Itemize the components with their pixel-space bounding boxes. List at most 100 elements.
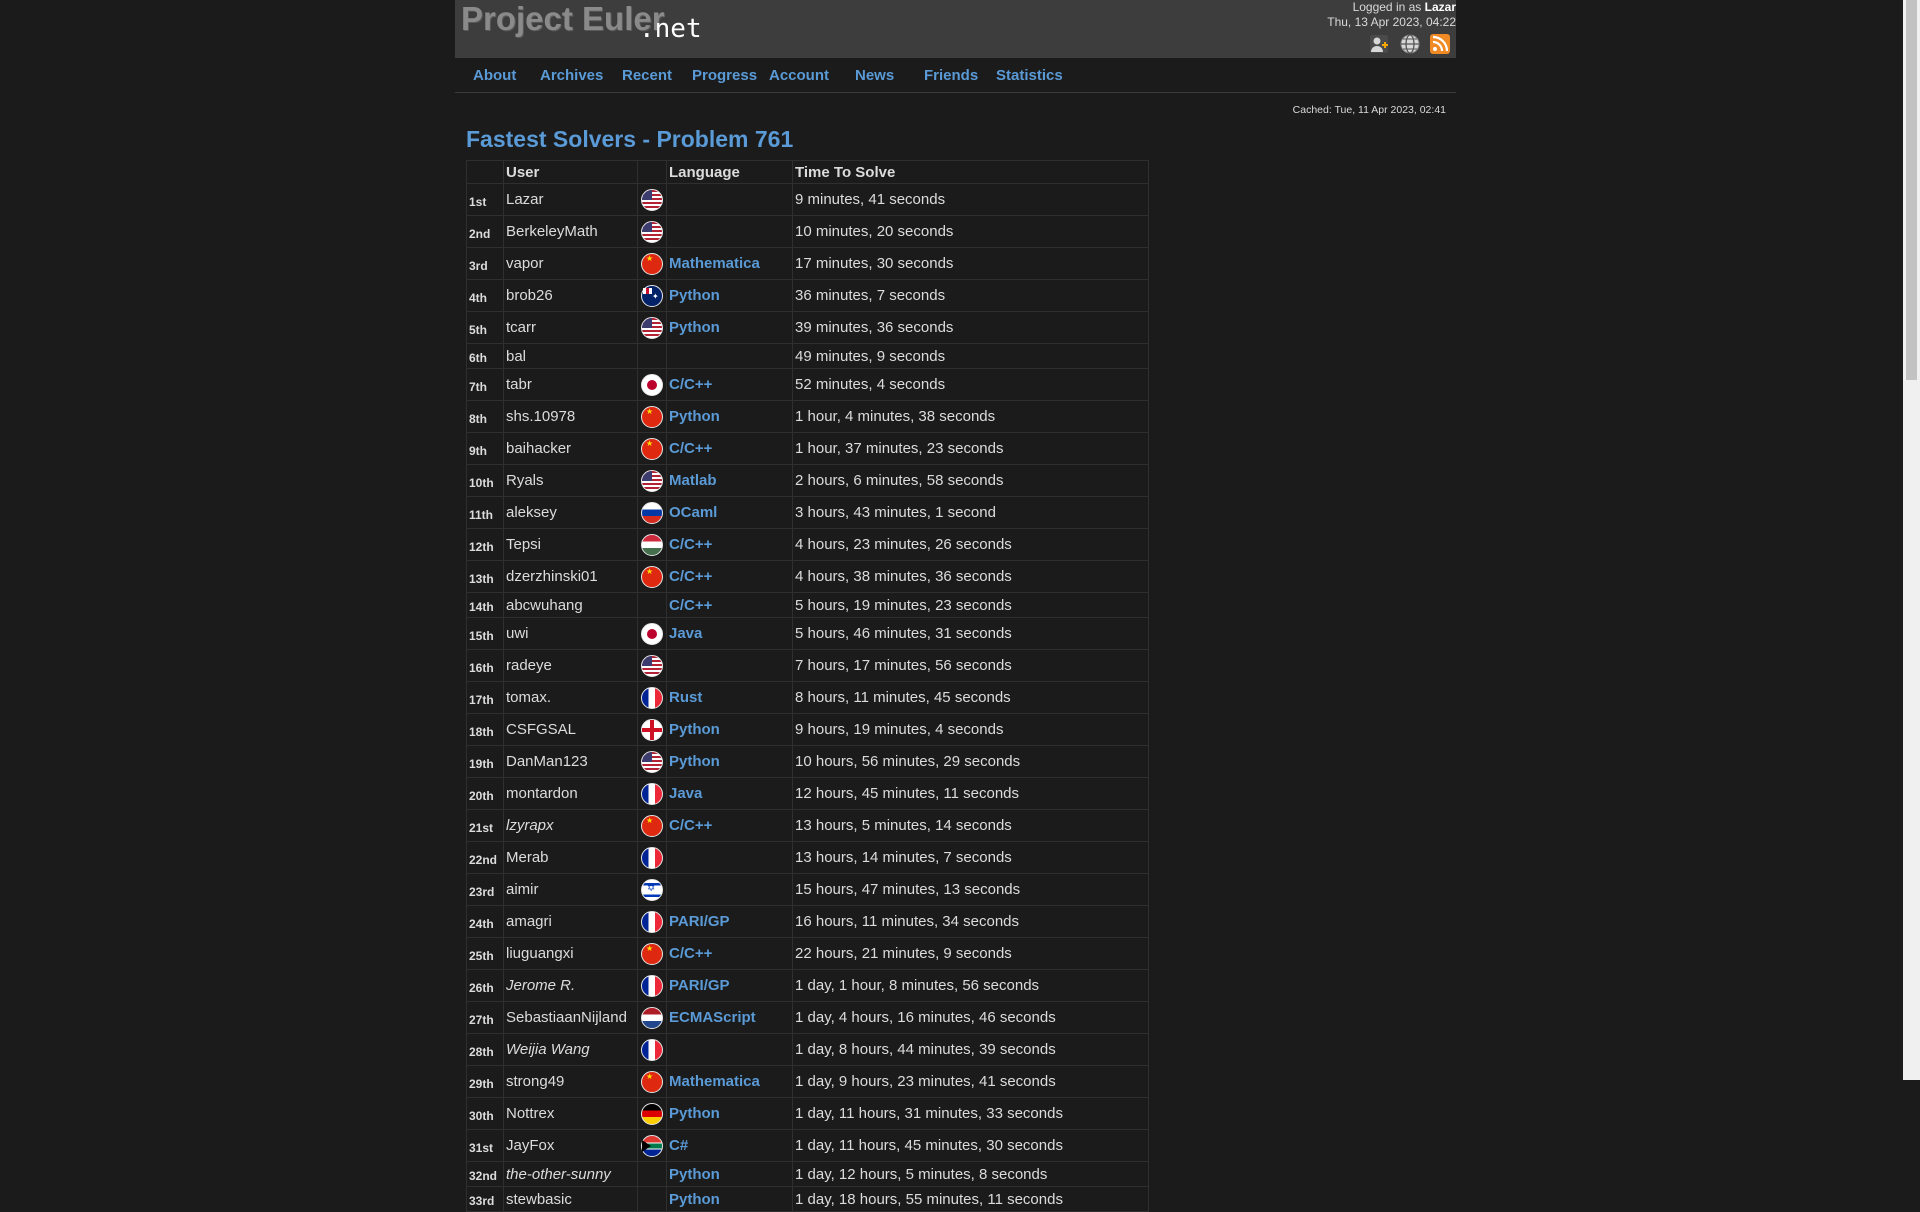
- language-cell[interactable]: PARI/GP: [666, 969, 793, 1002]
- time-cell: 8 hours, 11 minutes, 45 seconds: [792, 681, 1149, 714]
- rank-cell: 29th: [466, 1065, 504, 1098]
- time-cell: 39 minutes, 36 seconds: [792, 311, 1149, 344]
- login-info: Logged in as Lazar Thu, 13 Apr 2023, 04:…: [1327, 0, 1456, 29]
- user-cell: Tepsi: [503, 528, 638, 561]
- language-cell[interactable]: C/C++: [666, 560, 793, 593]
- table-row: 3rdvapor Mathematica17 minutes, 30 second…: [466, 247, 1149, 280]
- user-cell: shs.10978: [503, 400, 638, 433]
- rank-cell: 20th: [466, 777, 504, 810]
- language-cell[interactable]: C/C++: [666, 368, 793, 401]
- time-header: Time To Solve: [792, 160, 1149, 184]
- table-row: 29thstrong49 Mathematica1 day, 9 hours, 2…: [466, 1065, 1149, 1098]
- time-cell: 1 day, 18 hours, 55 minutes, 11 seconds: [792, 1186, 1149, 1212]
- nav-recent[interactable]: Recent: [622, 67, 672, 84]
- table-header-row: User Language Time To Solve: [466, 160, 1149, 184]
- language-cell[interactable]: Python: [666, 400, 793, 433]
- nav-about[interactable]: About: [473, 67, 516, 84]
- nav-news[interactable]: News: [855, 67, 894, 84]
- language-cell[interactable]: C/C++: [666, 937, 793, 970]
- user-cell: amagri: [503, 905, 638, 938]
- table-row: 28th Weijia Wang 1 day, 8 hours, 44 minute…: [466, 1033, 1149, 1066]
- table-body: 1st Lazar 9 minutes, 41 seconds 2nd Berkeley…: [466, 183, 1149, 1212]
- table-row: 21stlzyrapx C/C++13 hours, 5 minutes, 14 …: [466, 809, 1149, 842]
- language-cell[interactable]: Python: [666, 713, 793, 746]
- time-cell: 4 hours, 23 minutes, 26 seconds: [792, 528, 1149, 561]
- language-cell[interactable]: C/C++: [666, 592, 793, 618]
- logged-in-user[interactable]: Lazar: [1425, 0, 1456, 14]
- language-cell[interactable]: Java: [666, 617, 793, 650]
- nav-progress[interactable]: Progress: [692, 67, 757, 84]
- language-cell[interactable]: Python: [666, 745, 793, 778]
- user-cell: tomax.: [503, 681, 638, 714]
- language-cell[interactable]: Rust: [666, 681, 793, 714]
- rank-cell: 8th: [466, 400, 504, 433]
- rank-cell: 11th: [466, 496, 504, 529]
- language-cell[interactable]: ECMAScript: [666, 1001, 793, 1034]
- vertical-scrollbar[interactable]: [1903, 0, 1920, 1080]
- page-container: Project Euler .net Logged in as Lazar Th…: [455, 0, 1456, 1212]
- time-cell: 22 hours, 21 minutes, 9 seconds: [792, 937, 1149, 970]
- table-row: 14th abcwuhang C/C++ 5 hours, 19 minutes, 2…: [466, 592, 1149, 618]
- rank-cell: 32nd: [466, 1161, 504, 1187]
- language-cell[interactable]: Python: [666, 311, 793, 344]
- nav-statistics[interactable]: Statistics: [996, 67, 1063, 84]
- language-cell[interactable]: Python: [666, 1186, 793, 1212]
- language-cell[interactable]: C/C++: [666, 528, 793, 561]
- language-cell[interactable]: PARI/GP: [666, 905, 793, 938]
- language-cell[interactable]: C/C++: [666, 809, 793, 842]
- rank-cell: 2nd: [466, 215, 504, 248]
- country-flag-icon: [641, 718, 663, 741]
- language-cell[interactable]: Python: [666, 1161, 793, 1187]
- language-cell[interactable]: Matlab: [666, 464, 793, 497]
- country-flag-icon: [641, 1006, 663, 1029]
- language-cell: [666, 343, 793, 369]
- rss-icon[interactable]: [1429, 33, 1451, 55]
- flag-cell: [637, 713, 667, 746]
- rank-cell: 18th: [466, 713, 504, 746]
- time-cell: 52 minutes, 4 seconds: [792, 368, 1149, 401]
- user-cell: Ryals: [503, 464, 638, 497]
- time-cell: 49 minutes, 9 seconds: [792, 343, 1149, 369]
- nav-friends[interactable]: Friends: [924, 67, 978, 84]
- language-cell[interactable]: Mathematica: [666, 247, 793, 280]
- language-cell[interactable]: Mathematica: [666, 1065, 793, 1098]
- account-icon[interactable]: [1368, 33, 1390, 55]
- table-row: 9thbaihacker C/C++1 hour, 37 minutes, 23 …: [466, 432, 1149, 465]
- flag-cell: [637, 496, 667, 529]
- nav-account[interactable]: Account: [769, 67, 829, 84]
- rank-cell: 21st: [466, 809, 504, 842]
- flag-cell: [637, 1001, 667, 1034]
- language-cell[interactable]: C#: [666, 1129, 793, 1162]
- site-logo[interactable]: Project Euler .net: [461, 0, 711, 44]
- rank-cell: 1st: [466, 183, 504, 216]
- user-cell: stewbasic: [503, 1186, 638, 1212]
- nav-archives[interactable]: Archives: [540, 67, 603, 84]
- language-cell[interactable]: C/C++: [666, 432, 793, 465]
- scrollbar-thumb[interactable]: [1906, 0, 1917, 380]
- rank-cell: 28th: [466, 1033, 504, 1066]
- flag-cell: [637, 1033, 667, 1066]
- language-cell: [666, 1033, 793, 1066]
- rank-header: [466, 160, 504, 184]
- rank-cell: 31st: [466, 1129, 504, 1162]
- country-flag-icon: [641, 654, 663, 677]
- rank-cell: 12th: [466, 528, 504, 561]
- language-cell[interactable]: Python: [666, 1097, 793, 1130]
- main-nav: About Archives Recent Progress Account N…: [455, 58, 1456, 93]
- flag-cell: [637, 1186, 667, 1212]
- table-row: 11th aleksey OCaml 3 hours, 43 minutes, 1 s…: [466, 496, 1149, 529]
- flag-cell: [637, 368, 667, 401]
- language-cell: [666, 841, 793, 874]
- time-cell: 1 day, 12 hours, 5 minutes, 8 seconds: [792, 1161, 1149, 1187]
- user-cell: Lazar: [503, 183, 638, 216]
- flag-cell: [637, 649, 667, 682]
- globe-icon[interactable]: [1399, 33, 1421, 55]
- time-cell: 16 hours, 11 minutes, 34 seconds: [792, 905, 1149, 938]
- page-title: Fastest Solvers - Problem 761: [466, 126, 794, 152]
- language-cell[interactable]: Python: [666, 279, 793, 312]
- language-cell[interactable]: OCaml: [666, 496, 793, 529]
- country-flag-icon: [641, 910, 663, 933]
- language-cell[interactable]: Java: [666, 777, 793, 810]
- user-cell: BerkeleyMath: [503, 215, 638, 248]
- user-cell: Jerome R.: [503, 969, 638, 1002]
